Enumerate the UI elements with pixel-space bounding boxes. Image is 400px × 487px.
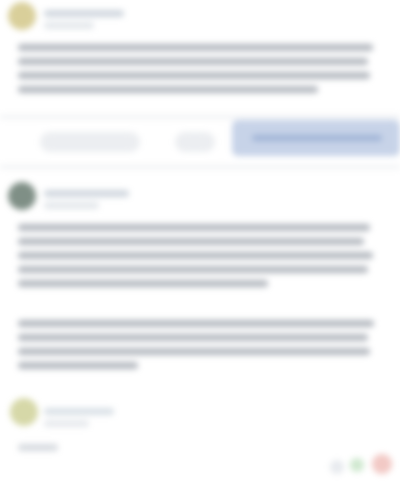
post-1-author-name[interactable]	[44, 10, 124, 17]
post-1-action-button[interactable]	[40, 132, 140, 152]
post-1-text-line	[18, 72, 370, 79]
post-2-text-line	[18, 266, 368, 273]
post-1-avatar[interactable]	[8, 2, 36, 30]
post-1-primary-button-label	[252, 135, 382, 141]
post-2-text-line	[18, 280, 268, 287]
post-2-text-line	[18, 320, 374, 327]
post-3-author-name[interactable]	[44, 408, 114, 415]
post-2-text-line	[18, 224, 370, 231]
post-2-text-line	[18, 252, 373, 259]
post-3-text-line	[18, 444, 58, 451]
post-1-bottom-divider	[0, 166, 400, 168]
post-2-text-line	[18, 362, 138, 369]
post-1-text-line	[18, 86, 318, 93]
post-3-meta	[44, 420, 89, 427]
post-1-divider	[0, 116, 400, 118]
post-2-avatar[interactable]	[8, 182, 36, 210]
reaction-icon[interactable]	[330, 460, 344, 474]
post-1-action-button[interactable]	[175, 132, 215, 152]
reaction-icon[interactable]	[372, 454, 392, 474]
post-1-text-line	[18, 44, 373, 51]
post-1-text-line	[18, 58, 368, 65]
post-2-meta	[44, 202, 99, 209]
reaction-icon[interactable]	[350, 458, 364, 472]
blurred-feed	[0, 0, 400, 487]
post-2-text-line	[18, 238, 364, 245]
post-2-author-name[interactable]	[44, 190, 129, 197]
post-2-text-line	[18, 348, 370, 355]
post-3-avatar[interactable]	[10, 398, 38, 426]
post-2-text-line	[18, 334, 368, 341]
post-1-meta	[44, 22, 94, 29]
